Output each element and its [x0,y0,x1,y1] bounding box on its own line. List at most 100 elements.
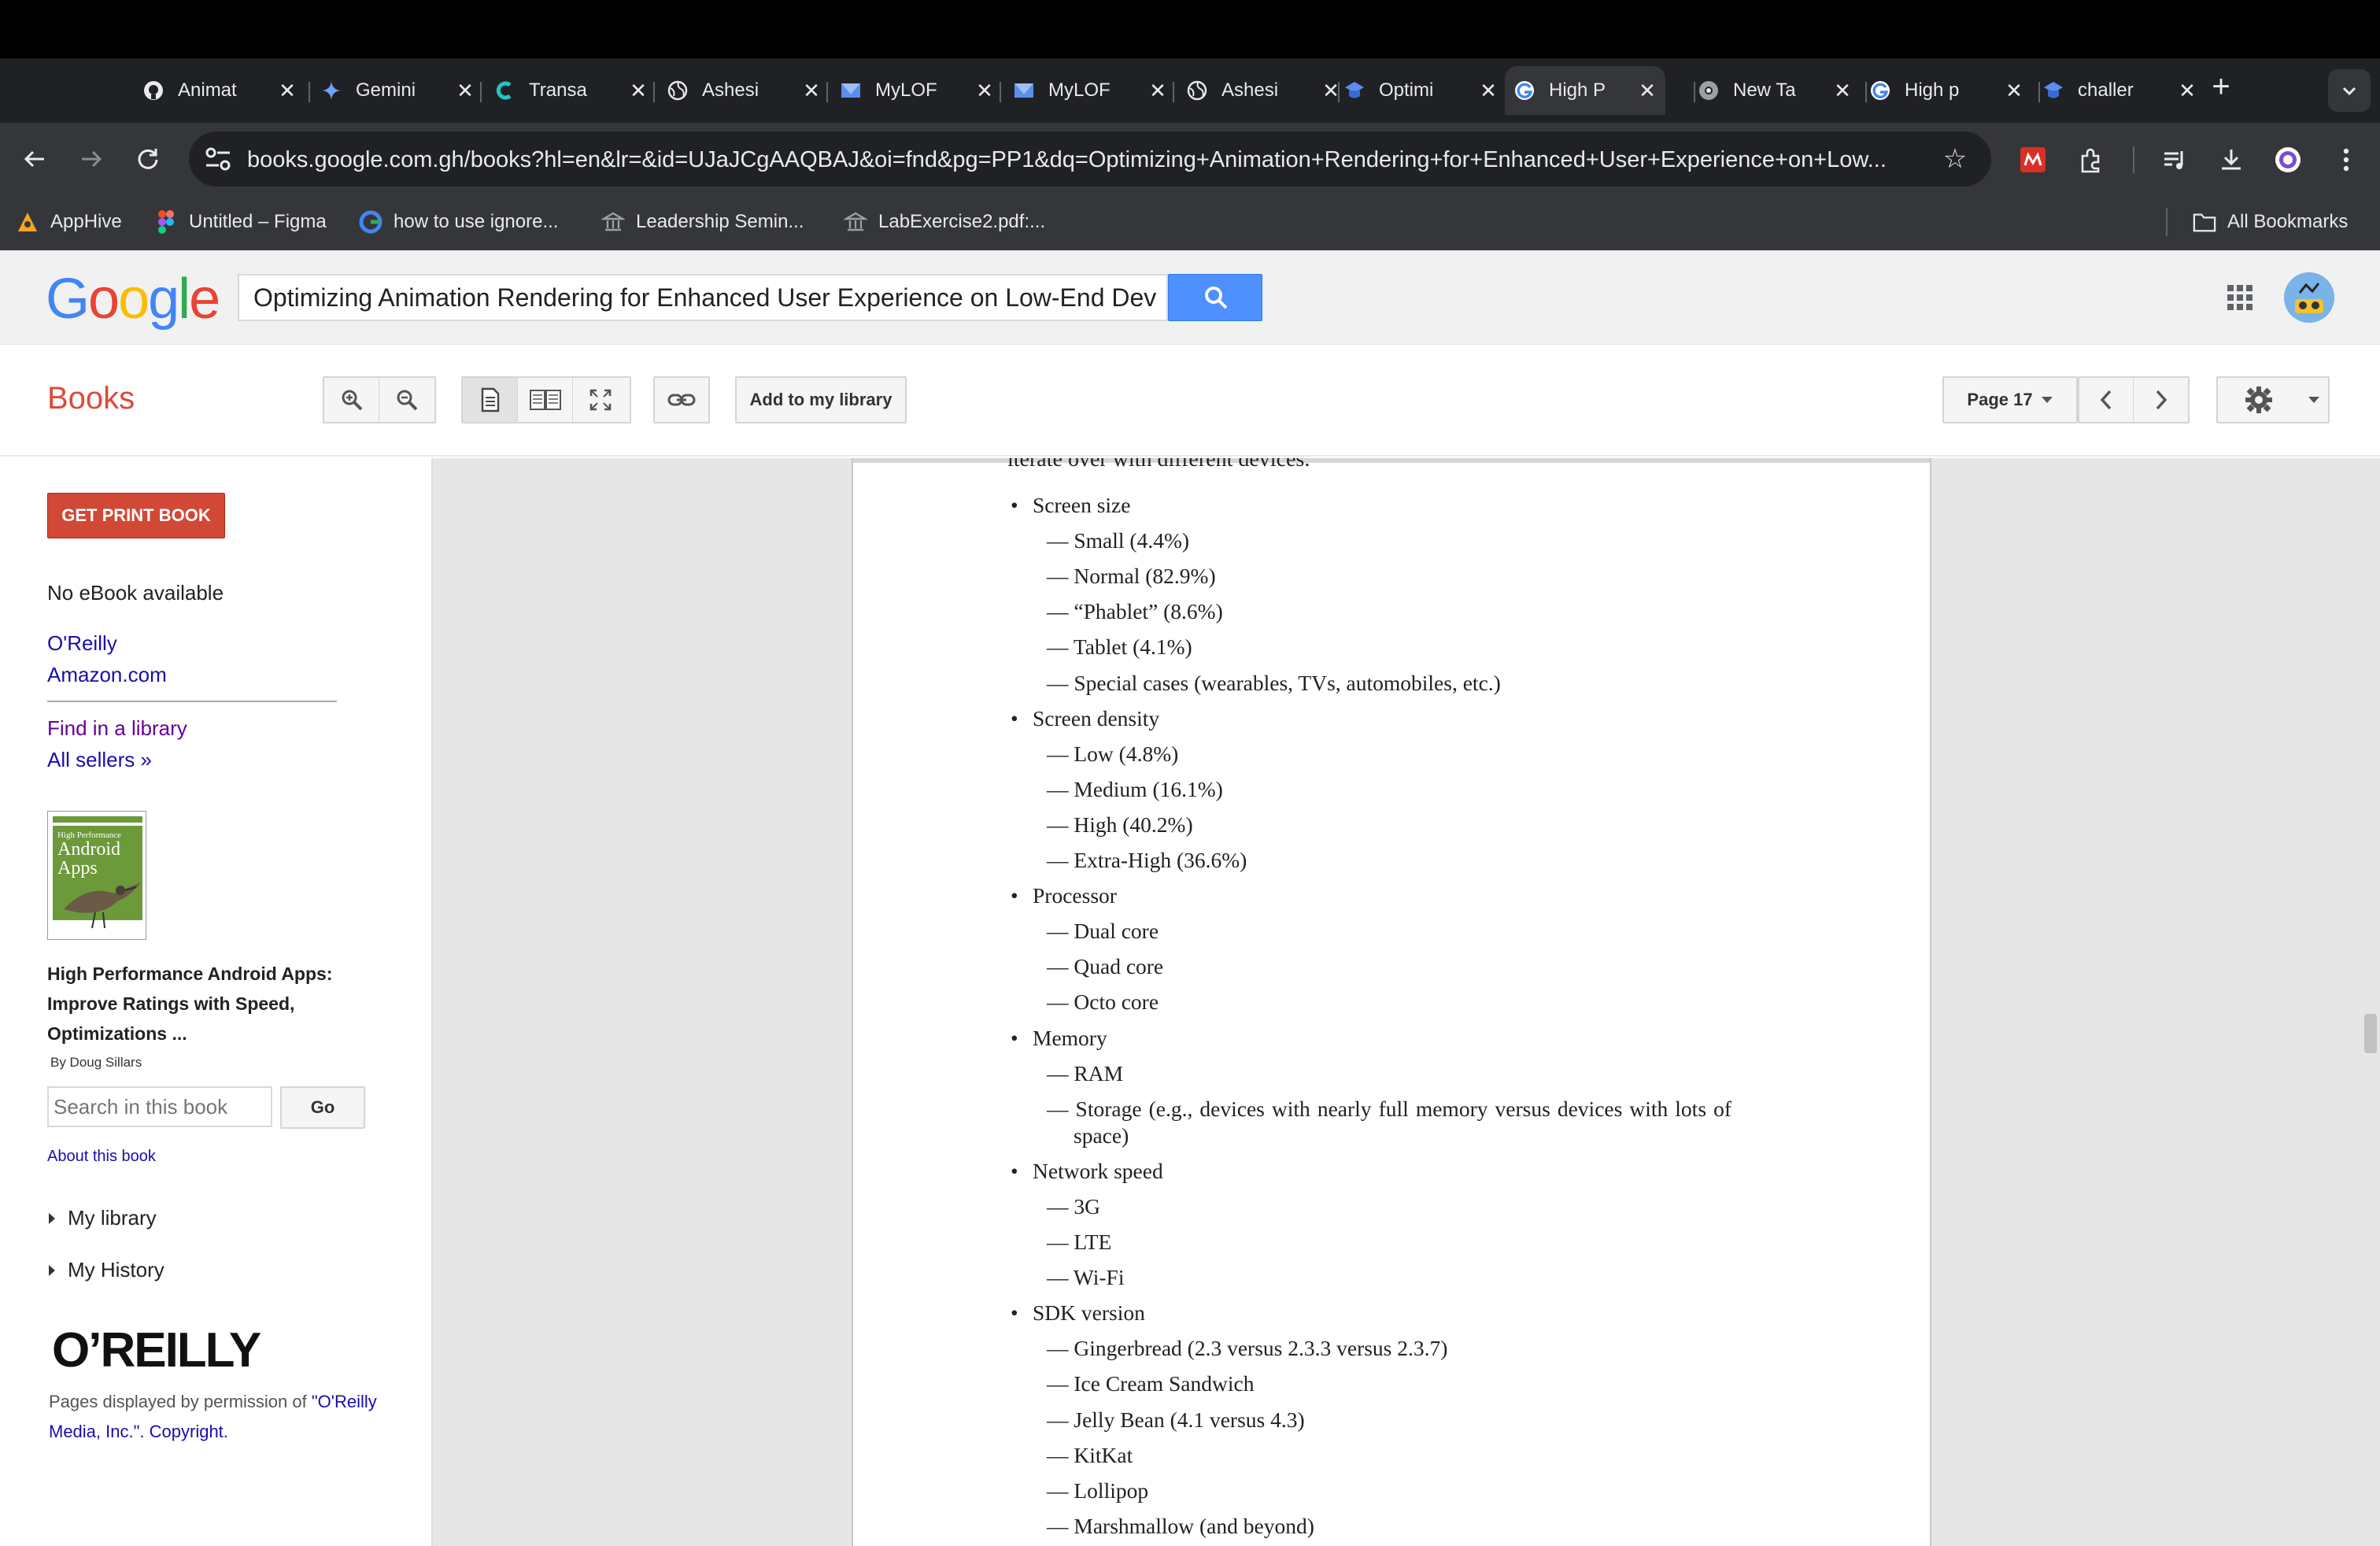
tab-close-icon[interactable]: ✕ [453,79,477,103]
browser-tab[interactable]: High P ✕ [1505,66,1665,115]
link-button[interactable] [655,378,708,422]
fullscreen-button[interactable] [573,378,628,422]
browser-tab[interactable]: MyLOF ✕ [1004,66,1176,115]
two-page-view-button[interactable] [518,378,573,422]
browser-tab[interactable]: MyLOF ✕ [831,66,1003,115]
more-options-icon[interactable] [2330,143,2363,176]
browser-tab[interactable]: Optimi ✕ [1335,66,1506,115]
url-text[interactable]: books.google.com.gh/books?hl=en&lr=&id=U… [247,144,1916,176]
back-button[interactable] [16,140,54,178]
settings-menu[interactable] [2216,376,2330,423]
extension-red-icon[interactable] [2016,143,2049,176]
single-page-view-button[interactable] [463,378,518,422]
tab-close-icon[interactable]: ✕ [626,79,650,103]
new-tab-button[interactable]: + [2204,69,2238,104]
bookmark-ignore[interactable]: how to use ignore... [359,206,558,238]
site-info-icon[interactable] [203,142,235,176]
settings-dropdown[interactable] [2300,378,2328,422]
my-history-toggle[interactable]: My History [49,1258,164,1282]
tab-title: Optimi [1379,80,1434,101]
page-selector[interactable]: Page 17 [1942,376,2078,423]
publisher-logo[interactable]: O’REILLY [52,1322,261,1378]
add-to-library-button[interactable]: Add to my library [735,376,907,423]
tab-search-button[interactable] [2328,69,2371,112]
find-in-library-link[interactable]: Find in a library [47,716,187,741]
previous-page-button[interactable] [2079,378,2134,422]
forward-button[interactable] [72,140,110,178]
profile-circle-icon[interactable] [2271,143,2304,176]
browser-tab[interactable]: Gemini ✕ [312,66,483,115]
bookmark-leadership[interactable]: Leadership Semin... [601,206,804,238]
account-avatar[interactable] [2284,272,2334,323]
bookmark-star-icon[interactable]: ☆ [1938,142,1972,176]
get-print-book-button[interactable]: GET PRINT BOOK [47,493,225,538]
scrollbar-thumb[interactable] [2364,1014,2377,1053]
page-sub-item: — Ice Cream Sandwich [1047,1371,1255,1396]
google-apps-icon[interactable] [2224,282,2256,313]
tab-close-icon[interactable]: ✕ [275,79,299,103]
optimi-icon [2042,79,2065,102]
page-sub-item: — Small (4.4%) [1047,528,1190,553]
page-bullet-item: Screen density [1011,706,1159,731]
my-history-label: My History [68,1258,164,1282]
search-in-book-input[interactable] [47,1086,272,1127]
tab-title: High p [1905,80,1960,101]
fullscreen-icon [589,389,612,411]
tab-close-icon[interactable]: ✕ [1476,79,1500,103]
browser-tab[interactable]: Transa ✕ [485,66,656,115]
github-icon [142,79,165,102]
settings-button[interactable] [2218,378,2300,422]
sidebar-divider [47,701,337,702]
google-search-input[interactable] [253,276,1159,320]
google-logo[interactable]: Google [46,268,220,331]
page-sub-item: — High (40.2%) [1047,812,1193,837]
search-icon [1205,287,1228,309]
tab-close-icon[interactable]: ✕ [800,79,823,103]
toolbar-divider [2133,146,2134,173]
extensions-puzzle-icon[interactable] [2075,143,2108,176]
browser-tab[interactable]: Ashesi ✕ [1177,66,1349,115]
bookmark-label: LabExercise2.pdf:... [878,211,1046,232]
seller-amazon-link[interactable]: Amazon.com [47,663,167,687]
permission-prefix: Pages displayed by permission of [49,1392,312,1411]
browser-tab[interactable]: challer ✕ [2034,66,2205,115]
search-in-book-go-button[interactable]: Go [280,1086,365,1129]
seller-oreilly-link[interactable]: O'Reilly [47,631,117,656]
all-bookmarks-button[interactable]: All Bookmarks [2193,206,2348,238]
book-cover[interactable]: High Performance Android Apps [47,811,146,940]
bookmark-labexercise[interactable]: LabExercise2.pdf:... [844,206,1045,238]
institution-icon [601,210,625,234]
zoom-in-button[interactable] [324,378,379,422]
book-title: High Performance Android Apps: Improve R… [47,963,333,1044]
forward-arrow-icon [82,150,102,168]
zoom-out-button[interactable] [379,378,434,422]
page-sub-item: — Dual core [1047,919,1159,943]
single-page-icon [481,387,499,412]
download-icon[interactable] [2215,143,2248,176]
page-bullet-item: Processor [1011,883,1117,908]
page-sub-item: — Extra-High (36.6%) [1047,848,1247,872]
tab-close-icon[interactable]: ✕ [2002,79,2026,103]
tab-close-icon[interactable]: ✕ [1635,79,1659,103]
browser-tab[interactable]: Animat ✕ [134,66,305,115]
browser-tab[interactable]: High p ✕ [1861,66,2032,115]
media-queue-icon[interactable] [2158,143,2191,176]
tab-close-icon[interactable]: ✕ [1831,79,1854,103]
books-title[interactable]: Books [47,381,135,416]
about-this-book-link[interactable]: About this book [47,1148,156,1166]
my-library-toggle[interactable]: My library [49,1206,157,1230]
page-sub-item: — Storage (e.g., devices with nearly ful… [1047,1097,1731,1121]
tab-close-icon[interactable]: ✕ [2175,79,2199,103]
browser-tab[interactable]: New Ta ✕ [1689,66,1861,115]
page-sub-item: — Special cases (wearables, TVs, automob… [1047,671,1501,695]
cover-title-line2: Apps [57,858,98,878]
browser-tab[interactable]: Ashesi ✕ [658,66,830,115]
tab-close-icon[interactable]: ✕ [973,79,996,103]
reload-button[interactable] [129,140,167,178]
all-sellers-link[interactable]: All sellers » [47,748,152,772]
next-page-button[interactable] [2134,378,2188,422]
tab-close-icon[interactable]: ✕ [1146,79,1170,103]
bookmark-apphive[interactable]: AppHive [16,206,122,238]
bookmark-figma[interactable]: Untitled – Figma [154,206,327,238]
google-search-button[interactable] [1168,274,1262,321]
